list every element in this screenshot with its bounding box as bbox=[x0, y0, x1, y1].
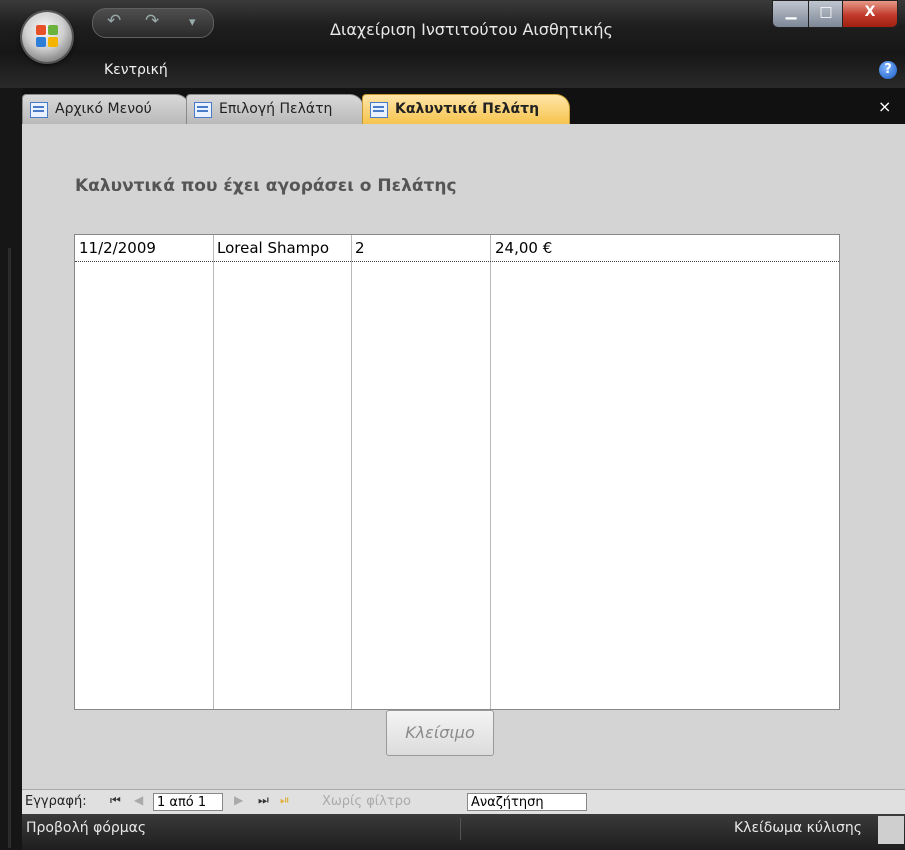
previous-record-icon[interactable]: ◀ bbox=[134, 793, 143, 807]
last-record-icon[interactable]: ⏭ bbox=[258, 793, 269, 808]
purchases-list[interactable]: 11/2/2009 Loreal Shampo 2 24,00 € bbox=[74, 234, 840, 710]
purchase-date: 11/2/2009 bbox=[79, 239, 156, 257]
tab-customer-cosmetics[interactable]: Καλυντικά Πελάτη bbox=[362, 94, 570, 125]
ribbon-tab-home[interactable]: Κεντρική bbox=[104, 62, 168, 78]
status-bar: Προβολή φόρμας Κλείδωμα κύλισης bbox=[22, 814, 905, 850]
close-tab-icon[interactable]: × bbox=[878, 97, 891, 116]
tab-label: Αρχικό Μενού bbox=[55, 101, 152, 117]
close-form-button[interactable]: Κλείσιμο bbox=[386, 710, 494, 756]
close-window-button[interactable]: X bbox=[842, 0, 898, 28]
maximize-button[interactable]: □ bbox=[808, 0, 844, 28]
scroll-lock-status: Κλείδωμα κύλισης bbox=[734, 820, 862, 836]
tab-label: Καλυντικά Πελάτη bbox=[395, 101, 540, 117]
form-icon bbox=[30, 102, 48, 118]
access-window: ↶ ↷ ▾ Διαχείριση Ινστιτούτου Αισθητικής … bbox=[0, 0, 905, 850]
tab-select-customer[interactable]: Επιλογή Πελάτη bbox=[186, 94, 364, 125]
status-divider bbox=[460, 818, 461, 840]
view-status: Προβολή φόρμας bbox=[26, 820, 147, 836]
column-divider bbox=[490, 235, 491, 709]
document-tab-strip: Αρχικό Μενού Επιλογή Πελάτη Καλυντικά Πε… bbox=[22, 88, 905, 125]
form-icon bbox=[370, 102, 388, 118]
product-name: Loreal Shampo bbox=[217, 239, 329, 257]
current-record-field[interactable]: 1 από 1 bbox=[153, 793, 223, 811]
no-filter-button[interactable]: Χωρίς φίλτρο bbox=[322, 794, 411, 809]
left-frame bbox=[0, 88, 22, 850]
office-logo-icon bbox=[36, 25, 58, 47]
help-icon[interactable]: ? bbox=[879, 61, 897, 79]
resize-grip-icon[interactable] bbox=[878, 816, 904, 844]
column-divider bbox=[213, 235, 214, 709]
form-heading: Καλυντικά που έχει αγοράσει ο Πελάτης bbox=[75, 176, 457, 196]
column-divider bbox=[351, 235, 352, 709]
title-bar: ↶ ↷ ▾ Διαχείριση Ινστιτούτου Αισθητικής … bbox=[0, 0, 905, 88]
first-record-icon[interactable]: ⏮ bbox=[110, 793, 121, 808]
minimize-button[interactable]: ▁ bbox=[772, 0, 810, 28]
new-record-icon[interactable]: ⏯ bbox=[280, 793, 290, 808]
customize-qat-icon[interactable]: ▾ bbox=[189, 15, 196, 30]
quantity: 2 bbox=[355, 239, 365, 257]
tab-main-menu[interactable]: Αρχικό Μενού bbox=[22, 94, 190, 125]
undo-icon[interactable]: ↶ bbox=[107, 11, 121, 31]
window-title: Διαχείριση Ινστιτούτου Αισθητικής bbox=[330, 20, 613, 39]
form-icon bbox=[194, 102, 212, 118]
record-label: Εγγραφή: bbox=[25, 794, 87, 809]
office-button[interactable] bbox=[22, 12, 72, 62]
quick-access-toolbar: ↶ ↷ ▾ bbox=[92, 8, 214, 38]
search-input[interactable]: Αναζήτηση bbox=[467, 793, 587, 811]
next-record-icon[interactable]: ▶ bbox=[234, 793, 243, 807]
record-navigator: Εγγραφή: ⏮ ◀ 1 από 1 ▶ ⏭ ⏯ Χωρίς φίλτρο … bbox=[22, 789, 905, 815]
price: 24,00 € bbox=[495, 239, 553, 257]
form-area: Καλυντικά που έχει αγοράσει ο Πελάτης 11… bbox=[22, 124, 905, 789]
redo-icon[interactable]: ↷ bbox=[145, 11, 159, 31]
tab-label: Επιλογή Πελάτη bbox=[219, 101, 333, 117]
list-row[interactable]: 11/2/2009 Loreal Shampo 2 24,00 € bbox=[75, 235, 839, 262]
